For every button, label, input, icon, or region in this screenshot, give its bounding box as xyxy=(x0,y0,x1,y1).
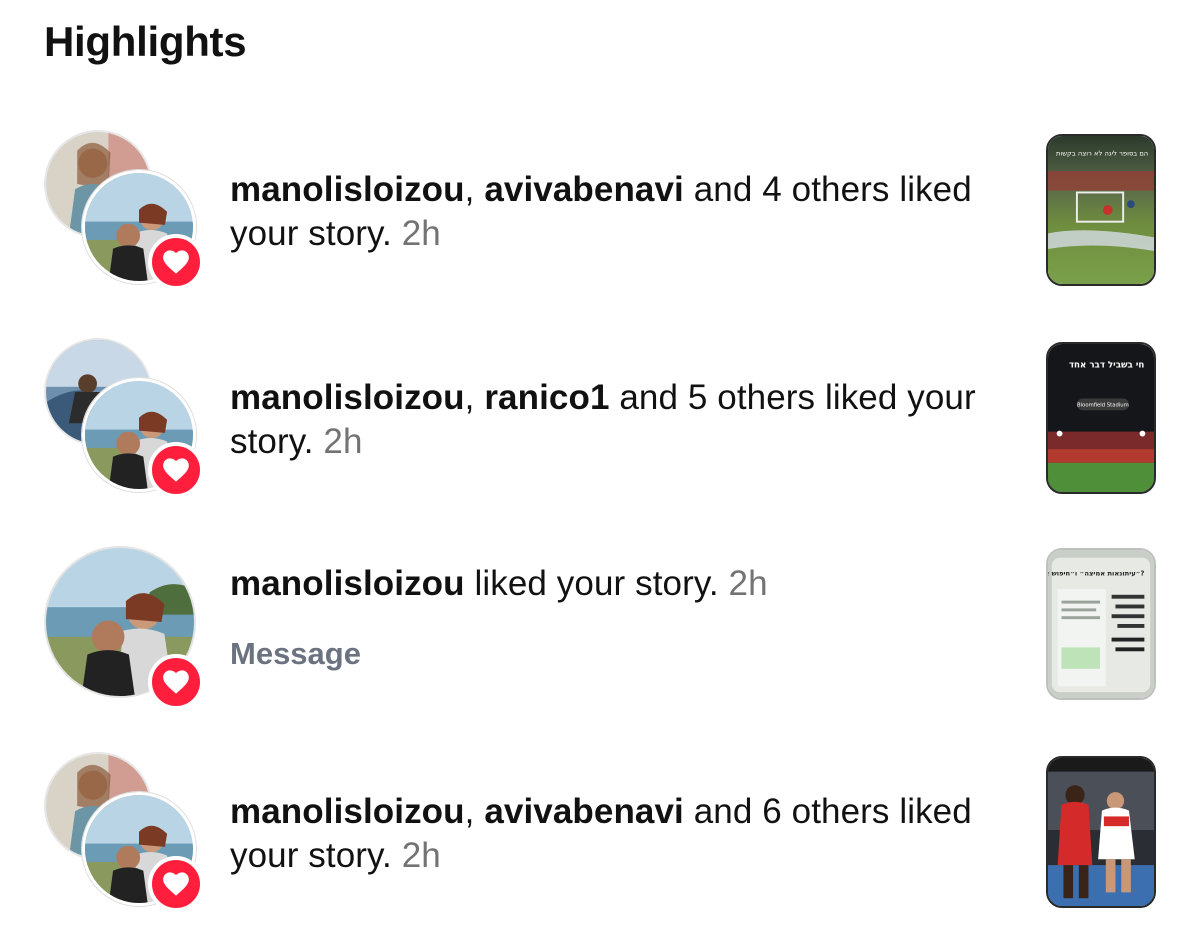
notification-text: manolisloizou, avivabenavi and 4 others … xyxy=(230,170,972,253)
notification-text: manolisloizou, ranico1 and 5 others like… xyxy=(230,378,976,461)
username-link[interactable]: manolisloizou xyxy=(230,378,465,417)
section-title: Highlights xyxy=(44,18,247,65)
timestamp: 2h xyxy=(728,564,768,603)
notification-text: manolisloizou, avivabenavi and 6 others … xyxy=(230,792,972,875)
notification-text: manolisloizou liked your story. 2h xyxy=(230,562,990,606)
heart-badge xyxy=(148,234,204,290)
notification-row[interactable]: manolisloizou liked your story. 2h Messa… xyxy=(0,546,1200,710)
message-button[interactable]: Message xyxy=(230,636,361,672)
username-link[interactable]: ranico1 xyxy=(484,378,609,417)
heart-icon xyxy=(163,250,189,274)
heart-badge xyxy=(148,442,204,498)
username-link[interactable]: avivabenavi xyxy=(484,792,684,831)
heart-badge xyxy=(148,856,204,912)
avatar-stack[interactable] xyxy=(44,546,204,710)
username-link[interactable]: manolisloizou xyxy=(230,564,465,603)
story-thumbnail[interactable]: ״עיתונאות אמיצה״ ו״חיפוש אמת״? xyxy=(1046,548,1156,700)
notifications-page: Highlights manolisloizou, avivabenavi an… xyxy=(0,0,1200,952)
timestamp: 2h xyxy=(401,836,441,875)
timestamp: 2h xyxy=(401,214,441,253)
notification-body: liked your story. xyxy=(464,564,719,603)
heart-icon xyxy=(163,670,189,694)
username-link[interactable]: manolisloizou xyxy=(230,170,465,209)
heart-icon xyxy=(163,458,189,482)
story-thumbnail[interactable] xyxy=(1046,756,1156,908)
avatar-stack[interactable] xyxy=(44,752,204,912)
thumbnail-location: Bloomfield Stadium xyxy=(1077,402,1129,408)
story-thumbnail[interactable]: הם בסופר ליגה לא רוצה בקשות xyxy=(1046,134,1156,286)
username-link[interactable]: avivabenavi xyxy=(484,170,684,209)
thumbnail-caption: ״עיתונאות אמיצה״ ו״חיפוש אמת״? xyxy=(1048,569,1144,577)
notification-row[interactable]: manolisloizou, ranico1 and 5 others like… xyxy=(0,338,1200,498)
avatar-stack[interactable] xyxy=(44,338,204,498)
avatar-stack[interactable] xyxy=(44,130,204,290)
username-link[interactable]: manolisloizou xyxy=(230,792,465,831)
notification-row[interactable]: manolisloizou, avivabenavi and 6 others … xyxy=(0,752,1200,912)
notification-row[interactable]: manolisloizou, avivabenavi and 4 others … xyxy=(0,130,1200,290)
thumbnail-caption: הם בסופר ליגה לא רוצה בקשות xyxy=(1056,149,1148,157)
heart-badge xyxy=(148,654,204,710)
thumbnail-caption: חי בשביל דבר אחד xyxy=(1069,360,1144,370)
timestamp: 2h xyxy=(323,422,363,461)
story-thumbnail[interactable]: Bloomfield Stadium חי בשביל דבר אחד xyxy=(1046,342,1156,494)
heart-icon xyxy=(163,872,189,896)
